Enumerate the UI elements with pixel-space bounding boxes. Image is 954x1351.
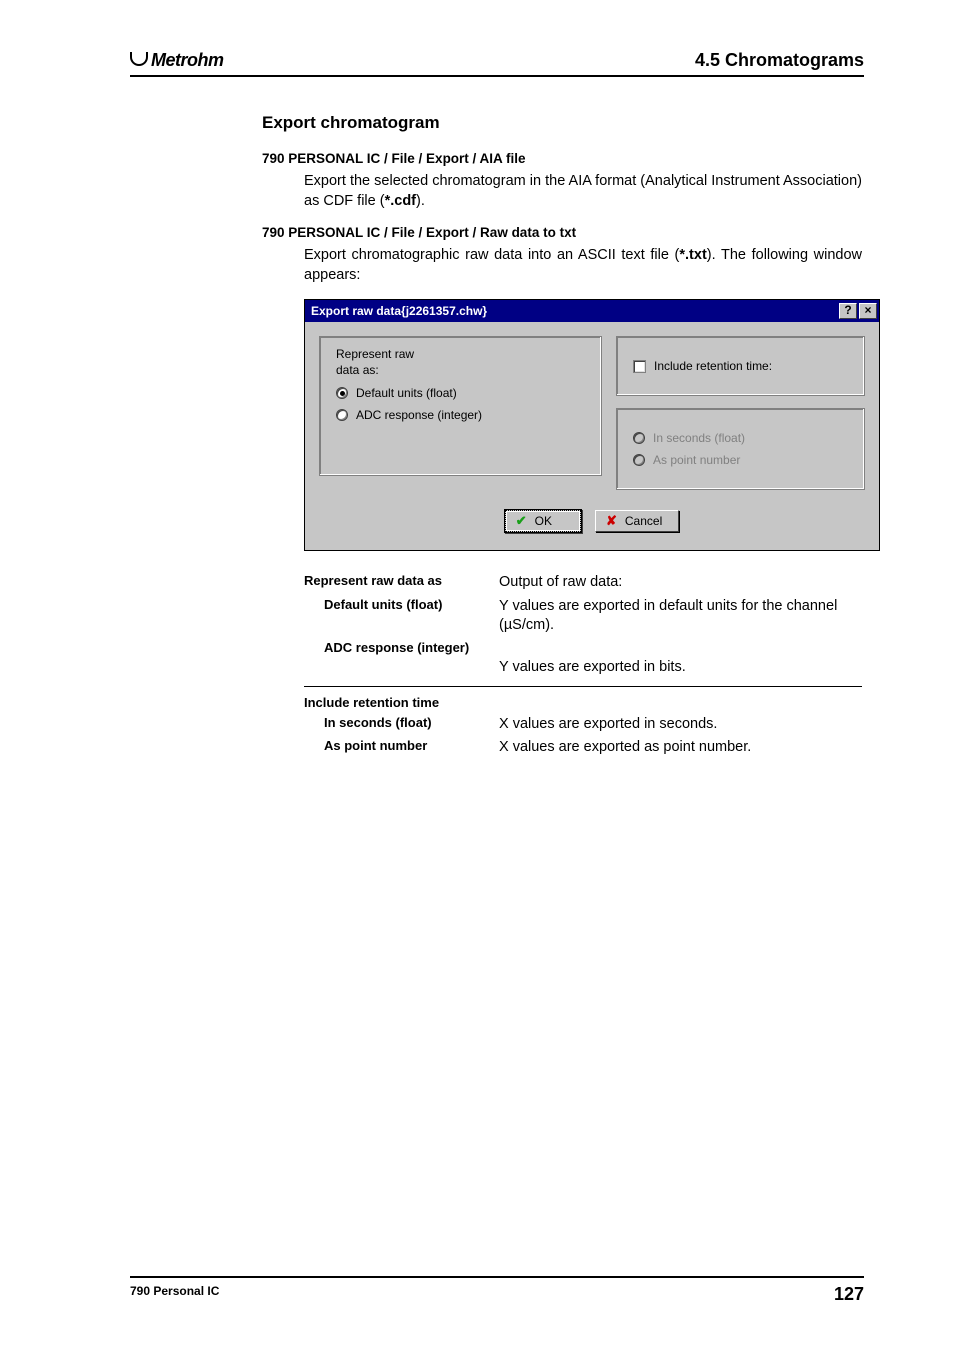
radio-adc-response[interactable]: ADC response (integer) [336, 408, 585, 422]
radio-as-point-number: As point number [633, 453, 848, 467]
radio-icon [336, 409, 348, 421]
separator [304, 686, 862, 687]
help-button[interactable]: ? [839, 303, 857, 319]
ok-button[interactable]: ✔ OK [505, 510, 581, 532]
retention-format-group: In seconds (float) As point number [616, 408, 865, 490]
def-row: Represent raw data as Output of raw data… [304, 573, 862, 593]
def-as-point: As point number [304, 738, 427, 753]
page-footer: 790 Personal IC 127 [130, 1276, 864, 1305]
def-default-units-desc: Y values are exported in default units f… [499, 597, 862, 636]
logo-swirl-icon [130, 52, 148, 66]
radio-default-units[interactable]: Default units (float) [336, 386, 585, 400]
txt-menu-path: 790 PERSONAL IC / File / Export / Raw da… [262, 225, 862, 240]
def-row: Y values are exported in bits. [304, 658, 862, 678]
txt-description: Export chromatographic raw data into an … [304, 246, 862, 285]
radio-icon [633, 432, 645, 444]
page-number: 127 [834, 1284, 864, 1305]
def-row: Default units (float) Y values are expor… [304, 597, 862, 636]
page-header: Metrohm 4.5 Chromatograms [130, 50, 864, 77]
checkbox-icon [633, 360, 646, 373]
section-heading: 4.5 Chromatograms [695, 50, 864, 71]
footer-title: 790 Personal IC [130, 1284, 219, 1305]
brand-logo: Metrohm [130, 50, 224, 71]
dialog-titlebar: Export raw data{j2261357.chw} ? × [305, 300, 879, 322]
def-row: Include retention time [304, 695, 862, 711]
retention-check-group: Include retention time: [616, 336, 865, 396]
cancel-button[interactable]: ✘ Cancel [595, 510, 679, 532]
def-in-seconds: In seconds (float) [304, 715, 432, 730]
logo-text: Metrohm [151, 50, 224, 71]
def-in-seconds-desc: X values are exported in seconds. [499, 715, 862, 735]
dialog-title: Export raw data{j2261357.chw} [311, 304, 487, 318]
export-raw-data-dialog: Export raw data{j2261357.chw} ? × Repres… [304, 299, 880, 551]
def-adc: ADC response (integer) [304, 640, 469, 655]
aia-description: Export the selected chromatogram in the … [304, 172, 862, 211]
include-retention-checkbox[interactable]: Include retention time: [633, 359, 848, 373]
x-icon: ✘ [606, 513, 617, 529]
def-as-point-desc: X values are exported as point number. [499, 738, 862, 758]
def-row: ADC response (integer) [304, 640, 862, 656]
radio-icon [336, 387, 348, 399]
check-icon: ✔ [516, 513, 527, 529]
def-row: In seconds (float) X values are exported… [304, 715, 862, 735]
def-include-rt: Include retention time [304, 695, 439, 710]
close-button[interactable]: × [859, 303, 877, 319]
def-represent-as: Represent raw data as [304, 573, 442, 588]
export-heading: Export chromatogram [262, 113, 862, 133]
def-default-units: Default units (float) [304, 597, 442, 612]
def-represent-as-desc: Output of raw data: [499, 573, 862, 593]
represent-label: Represent raw data as: [336, 347, 585, 378]
aia-menu-path: 790 PERSONAL IC / File / Export / AIA fi… [262, 151, 862, 166]
radio-icon [633, 454, 645, 466]
def-row: As point number X values are exported as… [304, 738, 862, 758]
def-adc-desc: Y values are exported in bits. [499, 658, 862, 678]
radio-in-seconds: In seconds (float) [633, 431, 848, 445]
represent-group: Represent raw data as: Default units (fl… [319, 336, 602, 476]
